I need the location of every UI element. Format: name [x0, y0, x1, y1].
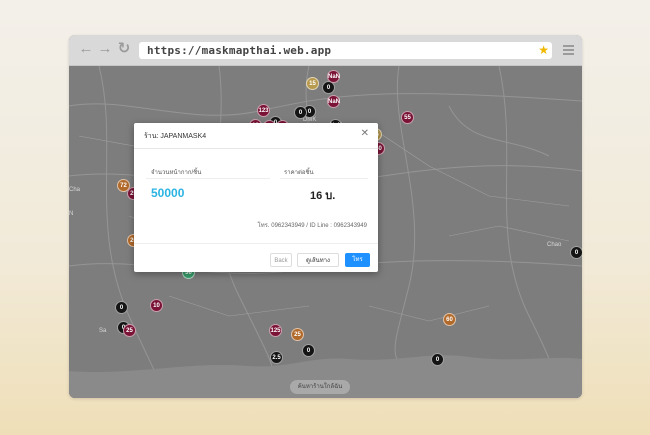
map-marker[interactable]: 10	[150, 299, 163, 312]
map-place-label: Chao	[547, 242, 562, 248]
divider	[280, 178, 368, 179]
close-icon[interactable]: ✕	[361, 129, 369, 139]
search-nearby-button[interactable]: ค้นหาร้านใกล้ฉัน	[290, 380, 350, 394]
map-place-label: Cha	[69, 187, 81, 193]
map-marker[interactable]: 60	[443, 313, 456, 326]
address-bar[interactable]: https://maskmapthai.web.app ★	[139, 42, 552, 59]
map-marker[interactable]: 15	[306, 77, 319, 90]
divider	[146, 178, 270, 179]
stock-value: 50000	[151, 186, 185, 200]
map-marker[interactable]: 0	[431, 353, 444, 366]
map-marker[interactable]: 25	[123, 324, 136, 337]
arrow-left-icon[interactable]: ←	[78, 41, 94, 57]
dialog-header: ร้าน: JAPANMASK4 ✕	[134, 123, 378, 149]
dialog-title: ร้าน: JAPANMASK4	[144, 133, 207, 140]
map-place-label: Sa	[99, 328, 107, 334]
price-value: 16 บ.	[310, 190, 336, 202]
map-marker[interactable]: 0	[302, 344, 315, 357]
map-marker[interactable]: 0	[294, 106, 307, 119]
reload-icon[interactable]: ↻	[116, 41, 132, 57]
map-marker[interactable]: NaN	[327, 70, 340, 83]
stock-label: จำนวนหน้ากาก/ชิ้น	[151, 170, 202, 176]
hamburger-icon[interactable]	[563, 45, 574, 55]
browser-toolbar: ← → ↻ https://maskmapthai.web.app ★	[69, 35, 582, 66]
price-label: ราคาต่อชิ้น	[284, 170, 314, 176]
back-button[interactable]: Back	[270, 253, 292, 267]
map-marker[interactable]: NaN	[327, 95, 340, 108]
url-text: https://maskmapthai.web.app	[147, 44, 332, 57]
map-marker[interactable]: 25	[291, 328, 304, 341]
map-marker[interactable]: 123	[257, 104, 270, 117]
map-marker[interactable]: 0	[570, 246, 582, 259]
map-marker[interactable]: 55	[401, 111, 414, 124]
contact-info: โทร. 0962343949 / ID Line : 0962343949	[257, 223, 368, 229]
map-marker[interactable]: 125	[269, 324, 282, 337]
dialog-footer-divider	[134, 243, 378, 244]
map-marker[interactable]: 0	[115, 301, 128, 314]
call-button[interactable]: โทร	[345, 253, 370, 267]
directions-button[interactable]: ดูเส้นทาง	[297, 253, 339, 267]
map-marker[interactable]: 2.5	[270, 351, 283, 364]
arrow-right-icon[interactable]: →	[97, 41, 113, 57]
map-place-label: N	[69, 211, 74, 217]
shop-dialog: ร้าน: JAPANMASK4 ✕ จำนวนหน้ากาก/ชิ้น ราค…	[134, 123, 378, 272]
star-icon[interactable]: ★	[538, 42, 549, 59]
